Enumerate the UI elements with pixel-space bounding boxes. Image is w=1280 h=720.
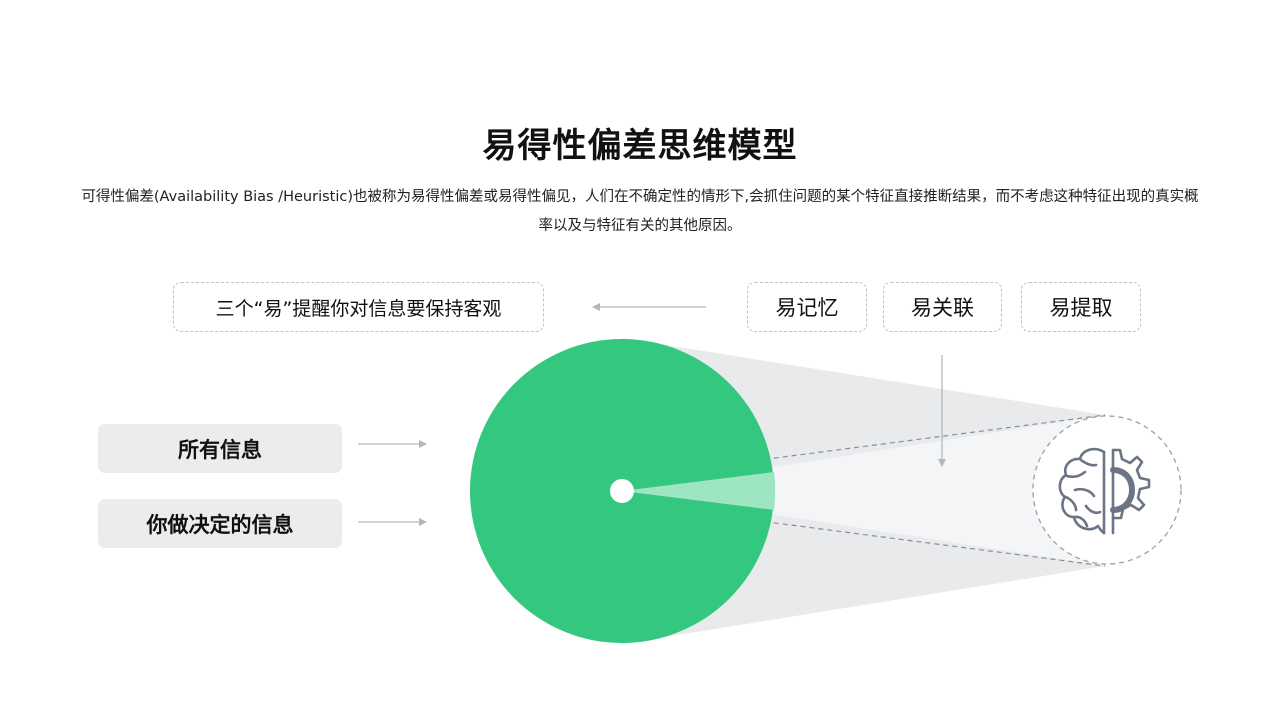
tag-easy-to-remember: 易记忆 bbox=[747, 282, 867, 332]
center-dot bbox=[610, 479, 634, 503]
decision-information-label: 你做决定的信息 bbox=[98, 499, 342, 548]
tag-easy-to-associate: 易关联 bbox=[883, 282, 1002, 332]
icon-circle bbox=[1032, 415, 1182, 565]
funnel-diagram bbox=[358, 303, 1182, 644]
tag-easy-to-retrieve: 易提取 bbox=[1021, 282, 1141, 332]
all-information-label: 所有信息 bbox=[98, 424, 342, 473]
reminder-box: 三个“易”提醒你对信息要保持客观 bbox=[173, 282, 544, 332]
